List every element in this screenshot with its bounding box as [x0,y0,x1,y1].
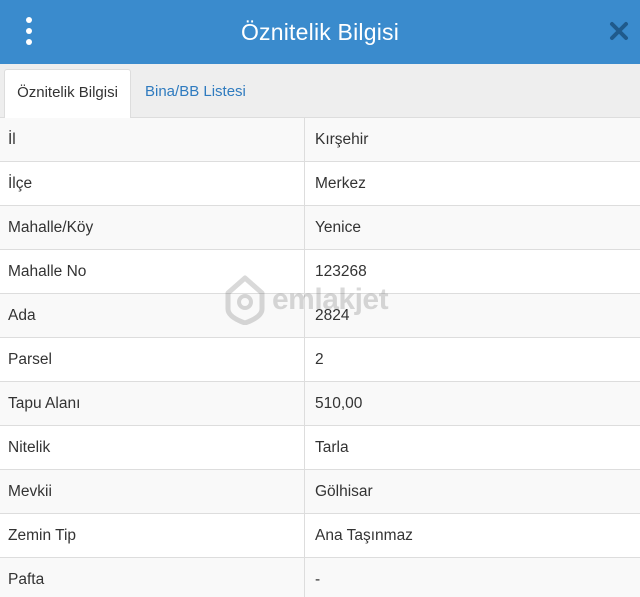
attribute-label: Pafta [8,571,45,588]
column-divider [304,206,305,250]
column-divider [304,470,305,514]
attribute-label: Nitelik [8,439,51,456]
table-row: Zemin Tip Ana Taşınmaz [0,514,640,558]
tab-bina-bb-listesi[interactable]: Bina/BB Listesi [135,69,256,119]
attribute-label: Parsel [8,351,52,368]
close-icon[interactable] [608,20,630,42]
table-row: İlçe Merkez [0,162,640,206]
menu-dot [26,28,32,34]
column-divider [304,118,305,162]
attribute-value: Ana Taşınmaz [315,527,413,544]
attribute-value: 2824 [315,307,350,324]
column-divider [304,162,305,206]
attribute-label: Mevkii [8,483,52,500]
column-divider [304,426,305,470]
column-divider [304,514,305,558]
attribute-label: Mahalle/Köy [8,219,94,236]
attribute-value: 2 [315,351,324,368]
tab-bar: Öznitelik Bilgisi Bina/BB Listesi [0,64,640,119]
table-row: Mevkii Gölhisar [0,470,640,514]
attribute-value: - [315,571,321,588]
table-row: Mahalle No 123268 [0,250,640,294]
attribute-label: İl [8,131,16,148]
column-divider [304,558,305,597]
attribute-value: Gölhisar [315,483,373,500]
attribute-value: Merkez [315,175,366,192]
menu-dot [26,17,32,23]
column-divider [304,382,305,426]
column-divider [304,338,305,382]
attribute-label: Zemin Tip [8,527,77,544]
attribute-label: İlçe [8,175,33,192]
attribute-value: Kırşehir [315,131,369,148]
column-divider [304,294,305,338]
attribute-table: İl Kırşehir İlçe Merkez Mahalle/Köy Yeni… [0,118,640,597]
table-row: Tapu Alanı 510,00 [0,382,640,426]
kebab-menu-icon[interactable] [22,17,36,45]
page-title: Öznitelik Bilgisi [240,18,400,45]
menu-dot [26,39,32,45]
table-row: Mahalle/Köy Yenice [0,206,640,250]
table-row: İl Kırşehir [0,118,640,162]
table-row: Ada 2824 [0,294,640,338]
attribute-label: Mahalle No [8,263,87,280]
attribute-label: Tapu Alanı [8,395,81,412]
attribute-value: 123268 [315,263,367,280]
header-bar: Öznitelik Bilgisi [0,0,640,64]
table-row: Pafta - [0,558,640,597]
attribute-label: Ada [8,307,36,324]
attribute-value: Tarla [315,439,349,456]
tab-oznitelik-bilgisi[interactable]: Öznitelik Bilgisi [4,69,131,119]
attribute-value: Yenice [315,219,361,236]
attribute-value: 510,00 [315,395,363,412]
column-divider [304,250,305,294]
table-row: Nitelik Tarla [0,426,640,470]
table-row: Parsel 2 [0,338,640,382]
